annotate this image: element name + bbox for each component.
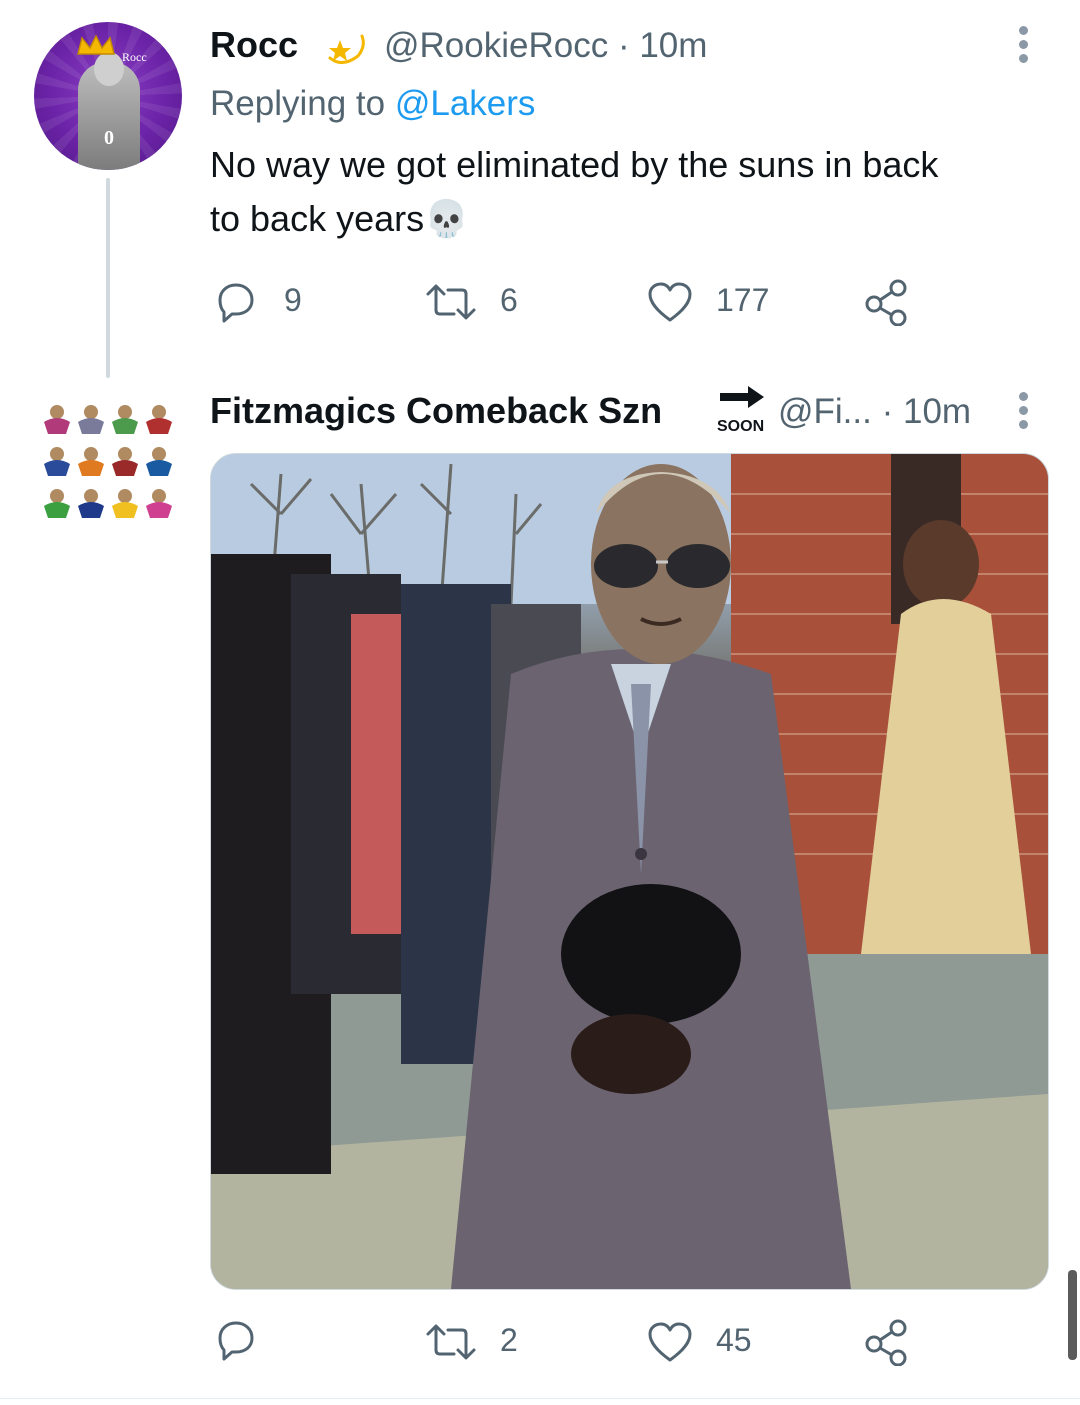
meta-separator: ·	[881, 392, 894, 431]
more-icon[interactable]	[1019, 26, 1029, 68]
replying-to-line: Replying to @Lakers	[210, 84, 535, 124]
meta-separator: ·	[617, 26, 630, 65]
arrow-right-icon	[720, 386, 764, 408]
like-icon[interactable]	[646, 280, 694, 324]
tweet-time: 10m	[639, 26, 708, 65]
retweet-count: 2	[500, 1322, 518, 1358]
crown-icon	[77, 34, 115, 55]
avatar-jersey-number: 0	[104, 127, 114, 149]
retweet-icon[interactable]	[424, 282, 478, 322]
tweet-media-image[interactable]	[210, 453, 1049, 1290]
replying-label: Replying to	[210, 84, 386, 123]
display-name[interactable]: Rocc	[210, 24, 298, 66]
like-icon[interactable]	[646, 1320, 694, 1364]
avatar-fitzmagic[interactable]	[40, 392, 176, 528]
replying-to-link[interactable]: @Lakers	[395, 84, 536, 123]
reply-count: 9	[284, 282, 302, 318]
tweet-handle[interactable]: @RookieRocc · 10m	[384, 26, 707, 66]
tweet-text-line2: to back years💀	[210, 192, 1050, 246]
avatar-tag: Rocc	[122, 50, 147, 64]
tweet-text: No way we got eliminated by the suns in …	[210, 138, 1050, 246]
handle-text: @Fi...	[778, 392, 872, 431]
soon-badge: SOON	[717, 418, 765, 435]
retweet-icon[interactable]	[424, 1322, 478, 1362]
display-name[interactable]: Fitzmagics Comeback Szn	[210, 390, 662, 432]
scrollbar-thumb[interactable]	[1068, 1270, 1077, 1360]
verified-star-icon	[328, 34, 365, 64]
tweet-text-line1: No way we got eliminated by the suns in …	[210, 144, 939, 185]
reply-icon[interactable]	[214, 280, 258, 324]
avatar-rocc[interactable]: 0 Rocc	[34, 22, 182, 170]
more-icon[interactable]	[1019, 392, 1029, 434]
share-icon[interactable]	[862, 278, 910, 326]
handle-text: @RookieRocc	[384, 26, 609, 65]
thread-connector-line	[106, 178, 110, 378]
like-count: 45	[716, 1322, 752, 1358]
reply-icon[interactable]	[214, 1318, 258, 1362]
like-count: 177	[716, 282, 770, 318]
skull-emoji-icon: 💀	[424, 198, 469, 239]
tweet-handle[interactable]: @Fi... · 10m	[778, 392, 971, 432]
media-illustration	[211, 454, 1048, 1289]
tweet-time: 10m	[902, 392, 972, 431]
share-icon[interactable]	[862, 1318, 910, 1366]
retweet-count: 6	[500, 282, 518, 318]
tweet-text-line2-content: to back years	[210, 198, 425, 239]
divider	[0, 1398, 1080, 1399]
